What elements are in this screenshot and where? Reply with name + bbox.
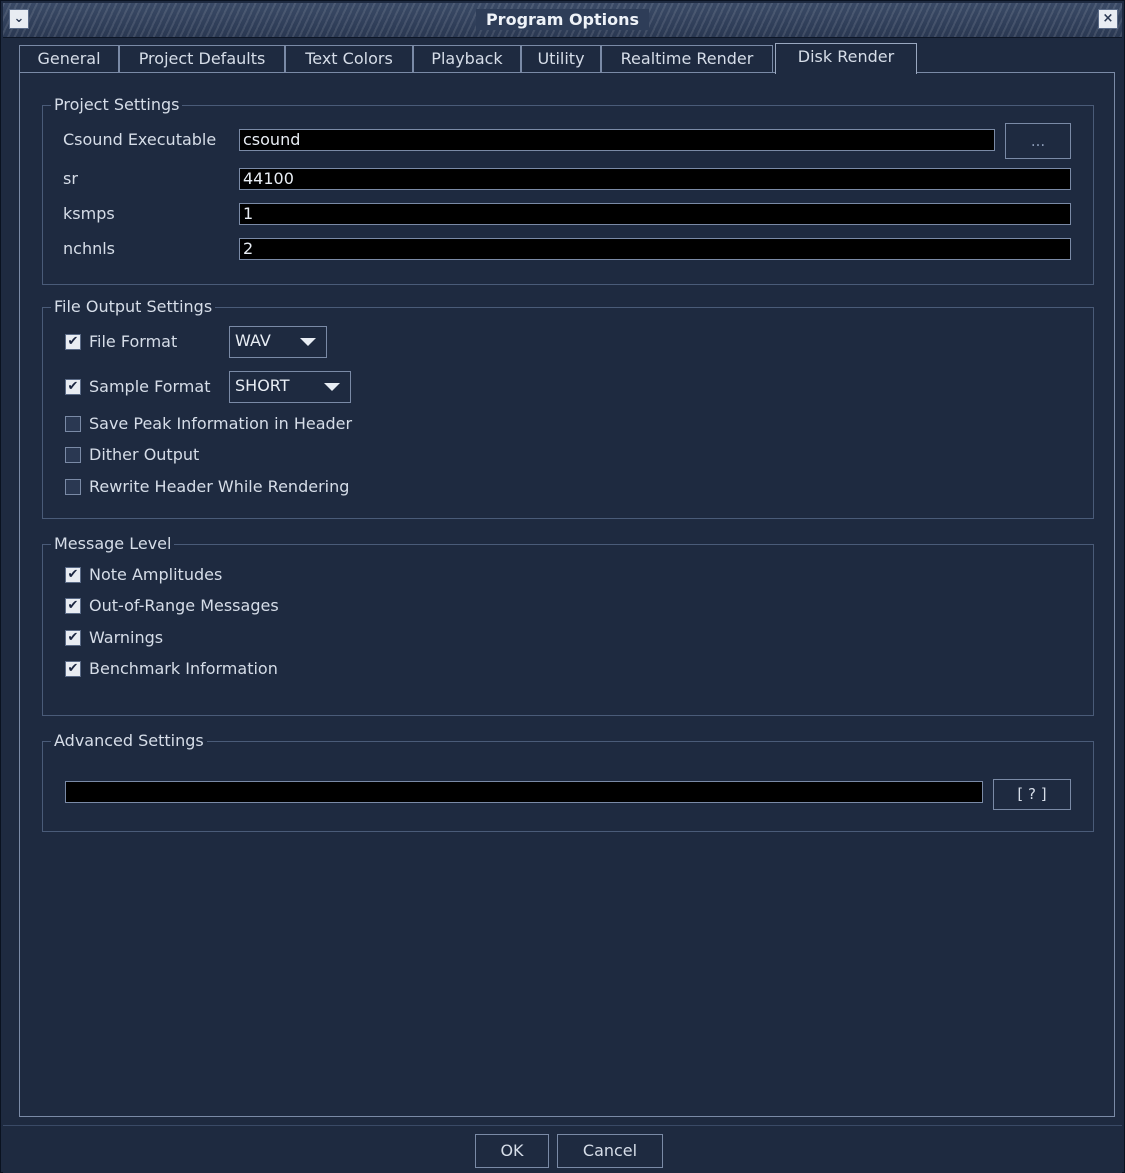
- ksmps-label: ksmps: [63, 204, 115, 223]
- tab-text-colors[interactable]: Text Colors: [285, 45, 413, 73]
- tab-utility[interactable]: Utility: [521, 45, 601, 73]
- file-output-settings-legend: File Output Settings: [51, 297, 216, 317]
- rewrite-header-label: Rewrite Header While Rendering: [89, 477, 350, 496]
- advanced-settings-group: Advanced Settings [ ? ]: [42, 731, 1094, 832]
- csound-executable-input[interactable]: csound: [239, 129, 995, 151]
- nchnls-input[interactable]: 2: [239, 238, 1071, 260]
- browse-button[interactable]: ...: [1005, 123, 1071, 159]
- file-output-settings-group: File Output Settings ✔ File Format WAV ✔…: [42, 297, 1094, 519]
- message-level-group: Message Level ✔ Note Amplitudes ✔ Out-of…: [42, 534, 1094, 716]
- sr-label: sr: [63, 169, 78, 188]
- out-of-range-label: Out-of-Range Messages: [89, 596, 279, 615]
- project-settings-group: Project Settings Csound Executable csoun…: [42, 95, 1094, 285]
- csound-executable-label: Csound Executable: [63, 130, 217, 149]
- program-options-window: ⌄ Program Options × General Project Defa…: [0, 0, 1125, 1173]
- tab-disk-render[interactable]: Disk Render: [775, 43, 917, 74]
- tab-project-defaults[interactable]: Project Defaults: [119, 45, 285, 73]
- warnings-checkbox[interactable]: ✔: [65, 630, 81, 646]
- tab-general[interactable]: General: [19, 45, 119, 73]
- file-format-value: WAV: [235, 331, 271, 350]
- file-format-label: File Format: [89, 332, 178, 351]
- ksmps-input[interactable]: 1: [239, 203, 1071, 225]
- advanced-settings-legend: Advanced Settings: [51, 731, 207, 751]
- dialog-footer: OK Cancel: [3, 1125, 1122, 1173]
- sample-format-checkbox[interactable]: ✔: [65, 379, 81, 395]
- warnings-label: Warnings: [89, 628, 164, 647]
- note-amplitudes-checkbox[interactable]: ✔: [65, 567, 81, 583]
- sample-format-select[interactable]: SHORT: [229, 371, 351, 403]
- title-bar[interactable]: ⌄ Program Options ×: [3, 3, 1122, 38]
- advanced-settings-input[interactable]: [65, 781, 983, 803]
- dither-output-label: Dither Output: [89, 445, 200, 464]
- out-of-range-checkbox[interactable]: ✔: [65, 598, 81, 614]
- file-format-checkbox[interactable]: ✔: [65, 334, 81, 350]
- message-level-legend: Message Level: [51, 534, 175, 554]
- tab-realtime-render[interactable]: Realtime Render: [601, 45, 773, 73]
- sample-format-value: SHORT: [235, 376, 290, 395]
- save-peak-label: Save Peak Information in Header: [89, 414, 353, 433]
- dither-output-checkbox[interactable]: [65, 447, 81, 463]
- benchmark-information-label: Benchmark Information: [89, 659, 278, 678]
- note-amplitudes-label: Note Amplitudes: [89, 565, 223, 584]
- sample-format-label: Sample Format: [89, 377, 211, 396]
- sr-input[interactable]: 44100: [239, 168, 1071, 190]
- close-icon[interactable]: ×: [1098, 9, 1118, 29]
- save-peak-checkbox[interactable]: [65, 416, 81, 432]
- chevron-down-icon: [324, 383, 340, 391]
- help-button[interactable]: [ ? ]: [993, 779, 1071, 810]
- nchnls-label: nchnls: [63, 239, 115, 258]
- benchmark-information-checkbox[interactable]: ✔: [65, 661, 81, 677]
- ok-button[interactable]: OK: [475, 1134, 549, 1168]
- rewrite-header-checkbox[interactable]: [65, 479, 81, 495]
- file-format-select[interactable]: WAV: [229, 326, 327, 358]
- disk-render-pane: Project Settings Csound Executable csoun…: [19, 72, 1115, 1117]
- project-settings-legend: Project Settings: [51, 95, 183, 115]
- chevron-down-icon: [300, 338, 316, 346]
- window-title: Program Options: [475, 9, 650, 30]
- cancel-button[interactable]: Cancel: [557, 1134, 663, 1168]
- tab-playback[interactable]: Playback: [413, 45, 521, 73]
